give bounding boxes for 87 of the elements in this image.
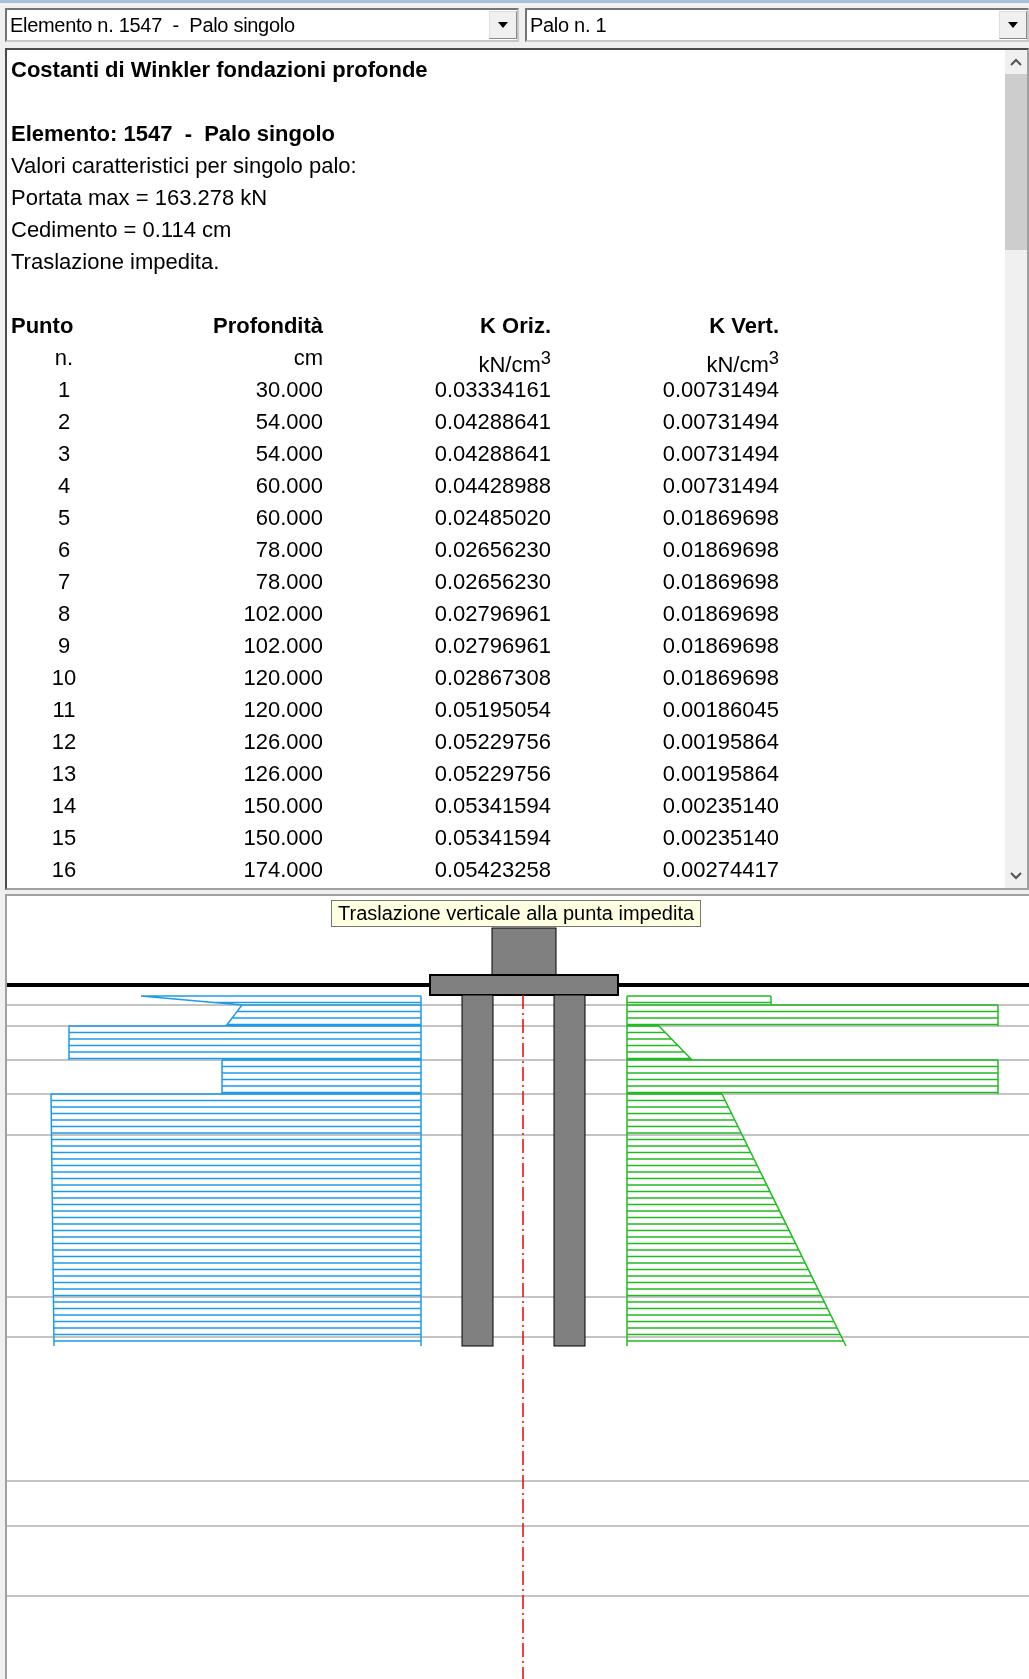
table-cell-text: 102.000 (242, 632, 323, 660)
table-cell-text: 0.01869698 (661, 664, 779, 692)
table-cell-text: 0.05229756 (433, 760, 551, 788)
table-cell-text: 8 (56, 600, 72, 628)
table-cell-text: 0.05195054 (433, 696, 551, 724)
table-cell-text: 0.02867308 (433, 664, 551, 692)
table-cell-text: 0.00235140 (661, 824, 779, 852)
dropdown[interactable]: Palo n. 1 (525, 8, 1029, 42)
scrollbar[interactable] (1005, 50, 1027, 888)
table-cell-text: 0.04288641 (433, 440, 551, 468)
table-cell-text: 0.00274417 (661, 856, 779, 884)
table-cell-text: 0.02656230 (433, 568, 551, 596)
table-cell-text: 0.01869698 (661, 600, 779, 628)
caret-icon (1008, 22, 1018, 28)
table-cell-text: 126.000 (242, 728, 323, 756)
table-cell-text: 0.03334161 (433, 376, 551, 404)
table-cell-text: 0.05341594 (433, 824, 551, 852)
table-cell-text: 0.02796961 (433, 632, 551, 660)
table-cell-text: 6 (56, 536, 72, 564)
table-cell-text: 0.01869698 (661, 632, 779, 660)
table-cell-text: 0.00731494 (661, 440, 779, 468)
table-cell-text: 120.000 (242, 664, 323, 692)
table-cell-text: 0.05423258 (433, 856, 551, 884)
scroll-thumb[interactable] (1005, 74, 1027, 250)
table-cell-text: 120.000 (242, 696, 323, 724)
table-cell-text: 4 (56, 472, 72, 500)
table-cell-text: 30.000 (254, 376, 323, 404)
table-cell-text: 0.04428988 (433, 472, 551, 500)
unit-label: cm (292, 344, 323, 372)
report-line: Portata max = 163.278 kN (11, 184, 269, 212)
table-cell-text: 0.02485020 (433, 504, 551, 532)
table-cell-text: 102.000 (242, 600, 323, 628)
element-heading: Elemento: 1547 - Palo singolo (11, 120, 336, 148)
table-cell-text: 14 (50, 792, 78, 820)
table-cell-text: 0.00235140 (661, 792, 779, 820)
column-header: K Vert. (708, 312, 779, 340)
caret-icon (498, 22, 508, 28)
unit-label: kN/cm$^{3}$ (705, 346, 779, 374)
table-cell-text: 0.05341594 (433, 792, 551, 820)
table-cell-text: 150.000 (242, 824, 323, 852)
table-cell-text: 10 (50, 664, 78, 692)
unit-label: kN/cm$^{3}$ (477, 346, 551, 374)
unit-label: n. (53, 344, 75, 372)
table-cell-text: 15 (50, 824, 78, 852)
table-cell-text: 78.000 (254, 536, 323, 564)
table-cell-text: 54.000 (254, 440, 323, 468)
table-cell-text: 0.01869698 (661, 536, 779, 564)
table-cell-text: 0.01869698 (661, 568, 779, 596)
table-cell-text: 0.02796961 (433, 600, 551, 628)
column-header: Punto (11, 312, 75, 340)
table-cell-text: 2 (56, 408, 72, 436)
table-cell-text: 0.00731494 (661, 408, 779, 436)
table-cell-text: 0.04288641 (433, 408, 551, 436)
table-cell-text: 0.00186045 (661, 696, 779, 724)
table-cell-text: 126.000 (242, 760, 323, 788)
table-cell-text: 0.00195864 (661, 760, 779, 788)
table-cell-text: 3 (56, 440, 72, 468)
table-cell-text: 150.000 (242, 792, 323, 820)
table-cell-text: 16 (50, 856, 78, 884)
table-cell-text: 60.000 (254, 504, 323, 532)
scroll-up-icon[interactable] (1010, 58, 1022, 66)
table-cell-text: 54.000 (254, 408, 323, 436)
report-line: Traslazione impedita. (11, 248, 221, 276)
table-cell-text: 0.05229756 (433, 728, 551, 756)
report-line: Cedimento = 0.114 cm (11, 216, 233, 244)
table-cell-text: 13 (50, 760, 78, 788)
table-cell-text: 7 (56, 568, 72, 596)
report-title: Costanti di Winkler fondazioni profonde (11, 56, 429, 84)
table-cell-text: 78.000 (254, 568, 323, 596)
table-cell-text: 0.01869698 (661, 504, 779, 532)
tooltip: Traslazione verticale alla punta impedita (331, 900, 702, 927)
dropdown[interactable]: Elemento n. 1547 - Palo singolo (5, 8, 519, 42)
table-cell-text: 60.000 (254, 472, 323, 500)
table-cell-text: 0.00195864 (661, 728, 779, 756)
table-cell-text: 0.02656230 (433, 536, 551, 564)
table-cell-text: 9 (56, 632, 72, 660)
table-cell-text: 12 (50, 728, 78, 756)
scroll-down-icon[interactable] (1010, 872, 1022, 880)
column-header: Profondità (212, 312, 323, 340)
report-line: Valori caratteristici per singolo palo: (11, 152, 358, 180)
table-cell-text: 0.00731494 (661, 472, 779, 500)
table-cell-text: 5 (56, 504, 72, 532)
table-cell-text: 1 (56, 376, 72, 404)
table-cell-text: 174.000 (242, 856, 323, 884)
table-cell-text: 0.00731494 (661, 376, 779, 404)
table-cell-text: 11 (51, 696, 77, 724)
column-header: K Oriz. (479, 312, 551, 340)
